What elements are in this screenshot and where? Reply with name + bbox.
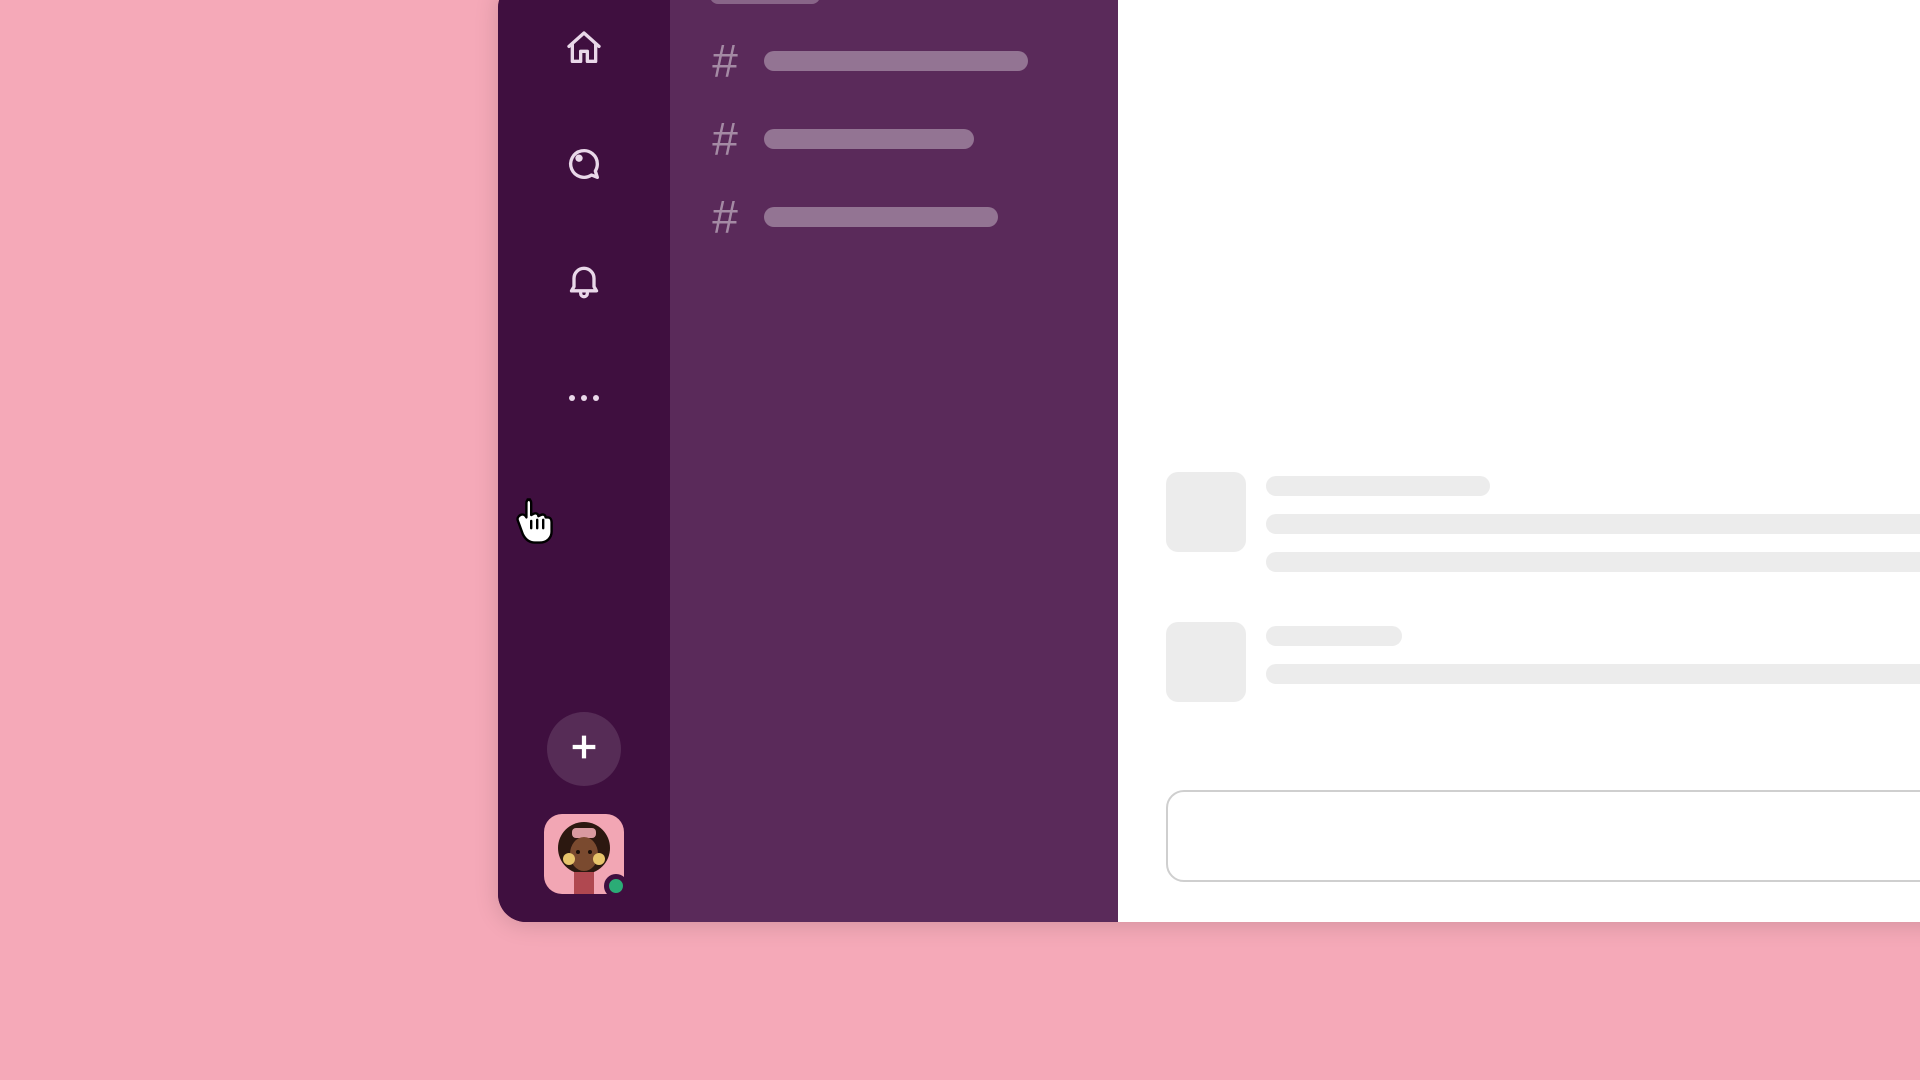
sender-name-skeleton xyxy=(1266,626,1402,646)
compose-button[interactable] xyxy=(547,712,621,786)
message-line-skeleton xyxy=(1266,514,1920,534)
message-item xyxy=(1166,472,1920,590)
channel-name-skeleton xyxy=(764,51,1028,71)
channel-sidebar: # # # xyxy=(670,0,1118,922)
message-line-skeleton xyxy=(1266,552,1920,572)
nav-home[interactable] xyxy=(554,20,614,80)
bell-icon xyxy=(564,260,604,305)
presence-indicator xyxy=(604,874,628,898)
user-avatar[interactable] xyxy=(544,814,624,894)
message-composer[interactable] xyxy=(1166,790,1920,882)
hash-icon: # xyxy=(710,116,740,162)
hash-icon: # xyxy=(710,194,740,240)
channel-item[interactable]: # xyxy=(710,194,1078,240)
sender-avatar-skeleton xyxy=(1166,622,1246,702)
chat-icon xyxy=(564,144,604,189)
channel-name-skeleton xyxy=(764,207,998,227)
nav-activity[interactable] xyxy=(554,252,614,312)
channels-section-label xyxy=(710,0,820,4)
more-icon xyxy=(569,395,599,401)
channel-name-skeleton xyxy=(764,129,974,149)
conversation-pane xyxy=(1118,0,1920,922)
app-window: # # # xyxy=(498,0,1920,922)
message-item xyxy=(1166,622,1920,702)
nav-more[interactable] xyxy=(554,368,614,428)
sender-name-skeleton xyxy=(1266,476,1490,496)
home-icon xyxy=(564,28,604,73)
channel-item[interactable]: # xyxy=(710,116,1078,162)
nav-dms[interactable] xyxy=(554,136,614,196)
hash-icon: # xyxy=(710,38,740,84)
sender-avatar-skeleton xyxy=(1166,472,1246,552)
channel-item[interactable]: # xyxy=(710,38,1078,84)
plus-icon xyxy=(567,730,601,769)
message-line-skeleton xyxy=(1266,664,1920,684)
nav-rail xyxy=(498,0,670,922)
